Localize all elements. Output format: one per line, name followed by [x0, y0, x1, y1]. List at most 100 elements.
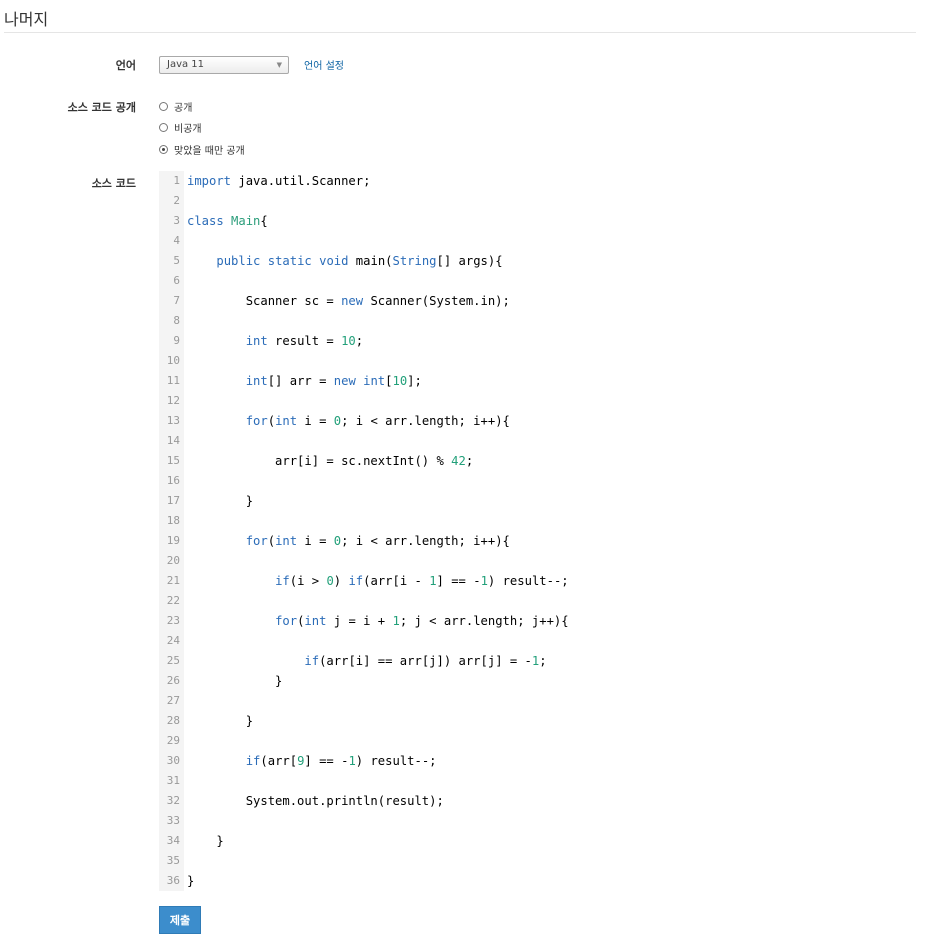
code-text: arr[i] = sc.nextInt() % 42; [187, 454, 474, 468]
code-text: for(int j = i + 1; j < arr.length; j++){ [275, 614, 569, 628]
code-text: } [187, 834, 224, 848]
code-line[interactable]: 27 [159, 691, 916, 711]
line-number: 14 [166, 434, 180, 447]
code-line[interactable]: 25 if(arr[i] == arr[j]) arr[j] = -1; [159, 651, 916, 671]
radio-private[interactable]: 비공개 [159, 120, 202, 135]
page-title: 나머지 [4, 10, 49, 29]
radio-private-label: 비공개 [174, 124, 202, 135]
code-line[interactable]: 36} [159, 871, 916, 891]
code-text: if(arr[9] == -1) result--; [245, 754, 437, 768]
radio-accepted-only-circle[interactable] [159, 145, 168, 154]
code-line[interactable]: 24 [159, 631, 916, 651]
code-line[interactable]: 2 [159, 191, 916, 211]
code-line[interactable]: 11 int[] arr = new int[10]; [159, 371, 916, 391]
line-number: 36 [166, 874, 180, 887]
code-line[interactable]: 29 [159, 731, 916, 751]
line-number: 18 [166, 514, 180, 527]
code-line[interactable]: 21 if(i > 0) if(arr[i - 1] == -1) result… [159, 571, 916, 591]
submit-button[interactable]: 제출 [159, 906, 201, 934]
language-settings-link[interactable]: 언어 설정 [304, 57, 344, 72]
line-number: 6 [173, 274, 180, 287]
radio-accepted-only[interactable]: 맞았을 때만 공개 [159, 142, 245, 157]
code-text: System.out.println(result); [187, 794, 444, 808]
radio-public-circle[interactable] [159, 102, 168, 111]
line-number: 26 [166, 674, 180, 687]
language-select[interactable]: Java 11 ▼ [159, 56, 289, 74]
code-line[interactable]: 1 import java.util.Scanner; [159, 171, 916, 191]
line-number: 27 [166, 694, 180, 707]
code-line[interactable]: 15 arr[i] = sc.nextInt() % 42; [159, 451, 916, 471]
code-text: import java.util.Scanner; [187, 174, 371, 188]
language-label: 언어 [115, 59, 136, 72]
line-number: 24 [166, 634, 180, 647]
code-line[interactable]: 8 [159, 311, 916, 331]
line-number: 31 [166, 774, 180, 787]
code-line[interactable]: 6 [159, 271, 916, 291]
radio-private-circle[interactable] [159, 123, 168, 132]
code-line[interactable]: 31 [159, 771, 916, 791]
code-line[interactable]: 26 } [159, 671, 916, 691]
code-line[interactable]: 3 class Main{ [159, 211, 916, 231]
line-number: 2 [173, 194, 180, 207]
line-number: 11 [166, 374, 180, 387]
code-line[interactable]: 34 } [159, 831, 916, 851]
line-number: 1 [173, 174, 180, 187]
line-number: 23 [166, 614, 180, 627]
line-number: 15 [166, 454, 180, 467]
line-number: 34 [166, 834, 180, 847]
code-line[interactable]: 7 Scanner sc = new Scanner(System.in); [159, 291, 916, 311]
line-number: 5 [173, 254, 180, 267]
line-number: 29 [166, 734, 180, 747]
radio-public[interactable]: 공개 [159, 99, 192, 114]
code-line[interactable]: 20 [159, 551, 916, 571]
code-text: if(i > 0) if(arr[i - 1] == -1) result--; [275, 574, 569, 588]
code-text: } [187, 874, 195, 888]
code-line[interactable]: 17 } [159, 491, 916, 511]
code-line[interactable]: 22 [159, 591, 916, 611]
line-number: 32 [166, 794, 180, 807]
code-text: class Main{ [187, 214, 268, 228]
title-divider [4, 32, 916, 33]
line-number: 22 [166, 594, 180, 607]
line-number: 30 [166, 754, 180, 767]
line-number: 19 [166, 534, 180, 547]
source-code-label: 소스 코드 [91, 177, 136, 190]
code-line[interactable]: 28 } [159, 711, 916, 731]
line-number: 3 [173, 214, 180, 227]
line-number: 25 [166, 654, 180, 667]
line-number: 13 [166, 414, 180, 427]
code-line[interactable]: 30 if(arr[9] == -1) result--; [159, 751, 916, 771]
code-text: for(int i = 0; i < arr.length; i++){ [245, 414, 510, 428]
code-line[interactable]: 9 int result = 10; [159, 331, 916, 351]
code-line[interactable]: 12 [159, 391, 916, 411]
code-line[interactable]: 35 [159, 851, 916, 871]
line-number: 20 [166, 554, 180, 567]
code-text: } [187, 674, 283, 688]
line-number: 33 [166, 814, 180, 827]
code-line[interactable]: 16 [159, 471, 916, 491]
line-number: 4 [173, 234, 180, 247]
line-number: 7 [173, 294, 180, 307]
code-text: Scanner sc = new Scanner(System.in); [187, 294, 510, 308]
visibility-label: 소스 코드 공개 [67, 101, 136, 114]
code-text: public static void main(String[] args){ [216, 254, 503, 268]
code-line[interactable]: 10 [159, 351, 916, 371]
code-line[interactable]: 32 System.out.println(result); [159, 791, 916, 811]
code-text: int result = 10; [245, 334, 364, 348]
code-line[interactable]: 23 for(int j = i + 1; j < arr.length; j+… [159, 611, 916, 631]
code-line[interactable]: 33 [159, 811, 916, 831]
code-text: } [187, 714, 254, 728]
code-line[interactable]: 14 [159, 431, 916, 451]
line-number: 12 [166, 394, 180, 407]
chevron-down-icon: ▼ [276, 61, 282, 69]
code-editor[interactable]: 1 import java.util.Scanner; 2 3 class Main{4… [159, 171, 916, 891]
line-number: 16 [166, 474, 180, 487]
code-text: for(int i = 0; i < arr.length; i++){ [245, 534, 510, 548]
line-number: 9 [173, 334, 180, 347]
code-line[interactable]: 13 for(int i = 0; i < arr.length; i++){ [159, 411, 916, 431]
line-number: 35 [166, 854, 180, 867]
code-line[interactable]: 4 [159, 231, 916, 251]
code-line[interactable]: 18 [159, 511, 916, 531]
code-line[interactable]: 5 public static void main(String[] args)… [159, 251, 916, 271]
code-line[interactable]: 19 for(int i = 0; i < arr.length; i++){ [159, 531, 916, 551]
